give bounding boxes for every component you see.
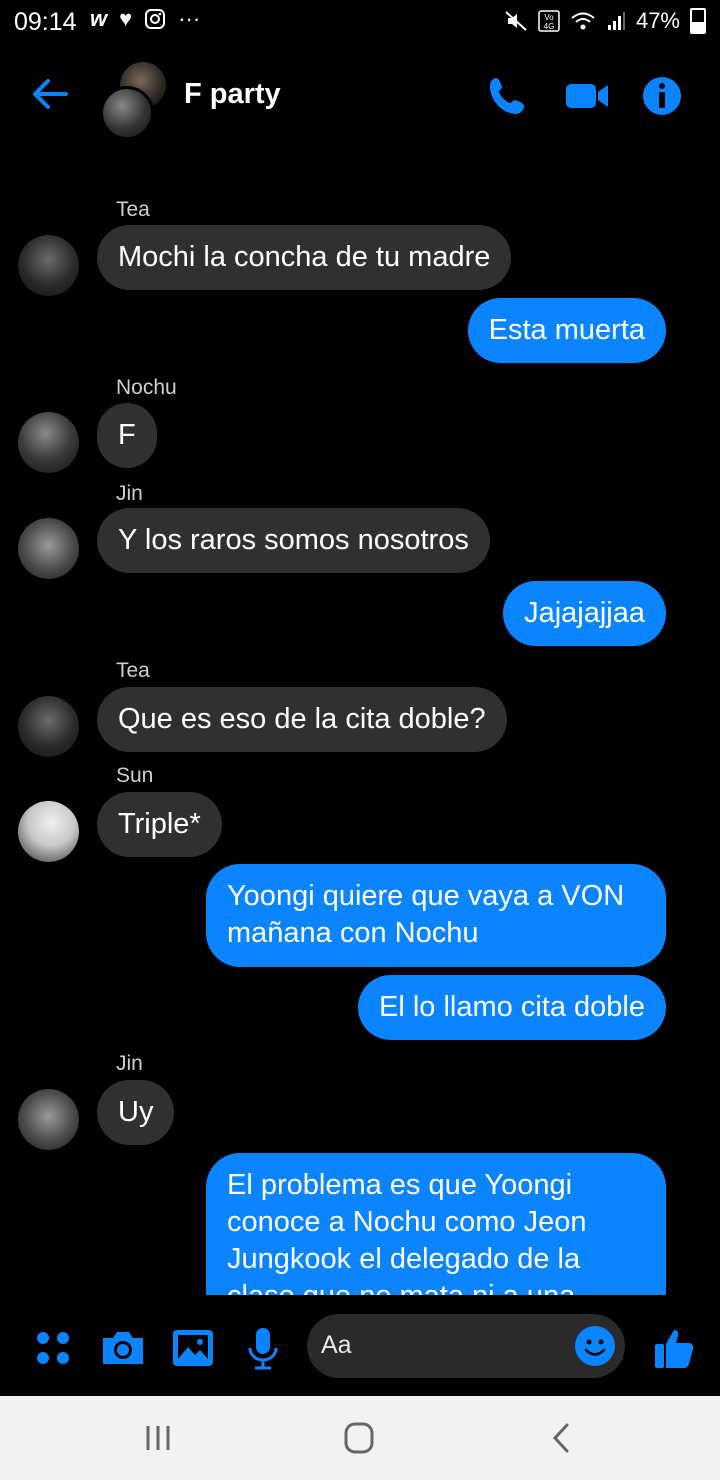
message-bubble-incoming[interactable]: Triple* [97,792,222,857]
message-bubble-incoming[interactable]: F [97,403,157,468]
signal-icon [607,12,625,30]
sender-name: Tea [116,198,150,221]
microphone-icon[interactable] [239,1324,287,1372]
group-avatar[interactable] [100,62,170,140]
wattpad-icon: w [90,6,108,31]
sender-name: Jin [116,482,143,505]
phone-call-icon[interactable] [486,74,530,118]
message-composer: Aa [0,1300,720,1396]
message-bubble-outgoing[interactable]: El problema es que Yoongi conoce a Nochu… [206,1153,666,1295]
gallery-icon[interactable] [169,1324,217,1372]
avatar-jin[interactable] [18,518,79,579]
chat-header: F party [0,50,720,150]
system-icons: Vo 4G 47% [504,8,706,34]
group-member-avatar [100,86,154,140]
status-time: 09:14 [14,8,77,36]
instagram-icon [145,9,166,29]
message-bubble-outgoing[interactable]: Esta muerta [467,298,666,363]
wifi-icon [571,12,595,30]
svg-text:Vo: Vo [544,13,554,22]
emoji-icon[interactable] [575,1326,615,1366]
back-arrow-icon[interactable] [28,72,72,116]
sender-name: Sun [116,764,154,787]
sender-name: Jin [116,1052,143,1075]
mute-icon [505,11,527,31]
message-bubble-incoming[interactable]: Uy [97,1080,175,1145]
status-bar: 09:14 w ♥ ··· Vo 4G 47% [0,0,720,44]
message-bubble-incoming[interactable]: Mochi la concha de tu madre [97,225,512,290]
home-icon[interactable] [339,1422,379,1454]
avatar-tea[interactable] [18,235,79,296]
thumbs-up-icon[interactable] [651,1324,699,1372]
more-notifications-icon: ··· [178,6,201,31]
message-input[interactable]: Aa [307,1314,625,1378]
heart-icon: ♥ [119,6,133,31]
system-navigation-bar [0,1396,720,1480]
message-bubble-outgoing[interactable]: Yoongi quiere que vaya a VON mañana con … [206,864,666,967]
message-list: Tea Mochi la concha de tu madre Esta mue… [0,150,720,1295]
more-actions-icon[interactable] [29,1324,77,1372]
info-icon[interactable] [640,74,684,118]
back-nav-icon[interactable] [541,1422,581,1454]
volte-icon: Vo4G [538,10,560,32]
notification-icons: w ♥ ··· [90,6,200,32]
video-call-icon[interactable] [564,74,610,118]
battery-percent: 47% [635,8,680,33]
avatar-tea[interactable] [18,696,79,757]
battery-icon [690,8,706,34]
svg-text:4G: 4G [544,22,555,31]
avatar-jin[interactable] [18,1089,79,1150]
message-bubble-outgoing[interactable]: Jajajajjaa [503,581,666,646]
avatar-nochu[interactable] [18,412,79,473]
camera-icon[interactable] [99,1324,147,1372]
recent-apps-icon[interactable] [138,1422,178,1454]
message-input-placeholder: Aa [321,1331,352,1359]
sender-name: Nochu [116,376,177,399]
sender-name: Tea [116,659,150,682]
chat-title[interactable]: F party [184,78,281,111]
message-bubble-incoming[interactable]: Que es eso de la cita doble? [97,687,507,752]
message-bubble-incoming[interactable]: Y los raros somos nosotros [97,508,490,573]
avatar-sun[interactable] [18,801,79,862]
message-bubble-outgoing[interactable]: El lo llamo cita doble [358,975,666,1040]
